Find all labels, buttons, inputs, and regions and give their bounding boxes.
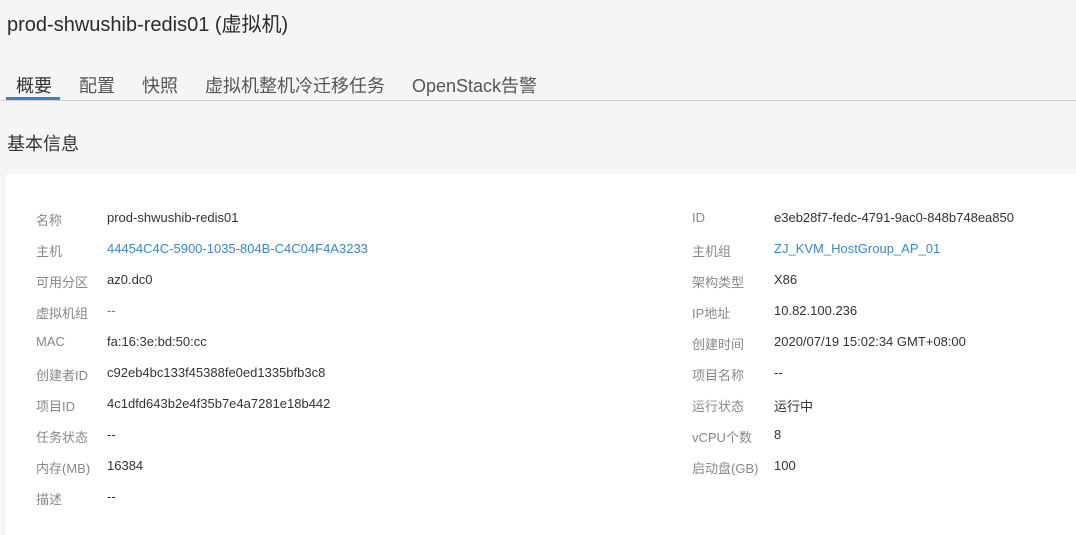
host-group-link[interactable]: ZJ_KVM_HostGroup_AP_01 — [774, 241, 940, 256]
info-label: 名称 — [36, 213, 63, 228]
tab-cold-migration[interactable]: 虚拟机整机冷迁移任务 — [205, 72, 385, 98]
tab-snapshot[interactable]: 快照 — [142, 72, 178, 98]
info-label: vCPU个数 — [692, 430, 752, 445]
info-label: 虚拟机组 — [36, 306, 89, 321]
info-value: az0.dc0 — [107, 272, 153, 287]
info-value: 100 — [774, 458, 796, 473]
info-value: 运行中 — [774, 399, 814, 414]
info-label: ID — [692, 210, 705, 225]
info-label: MAC — [36, 334, 65, 349]
active-tab-indicator — [6, 97, 60, 100]
info-label: 任务状态 — [36, 430, 89, 445]
info-label: 主机组 — [692, 244, 732, 259]
info-label: 架构类型 — [692, 275, 745, 290]
page-title: prod-shwushib-redis01 (虚拟机) — [7, 14, 289, 36]
info-value: e3eb28f7-fedc-4791-9ac0-848b748ea850 — [774, 210, 1014, 225]
basic-info-panel: 名称 prod-shwushib-redis01 主机 44454C4C-590… — [6, 174, 1076, 535]
info-value: 10.82.100.236 — [774, 303, 858, 318]
info-label: 可用分区 — [36, 275, 89, 290]
tab-bar: 概要 配置 快照 虚拟机整机冷迁移任务 OpenStack告警 — [0, 68, 1076, 101]
info-label: 描述 — [36, 492, 63, 507]
section-title: 基本信息 — [7, 134, 79, 154]
info-value: c92eb4bc133f45388fe0ed1335bfb3c8 — [107, 365, 326, 380]
info-value: 2020/07/19 15:02:34 GMT+08:00 — [774, 334, 966, 349]
info-value: 8 — [774, 427, 782, 442]
info-label: 内存(MB) — [36, 461, 91, 476]
info-label: 启动盘(GB) — [692, 461, 759, 476]
info-label: 创建者ID — [36, 368, 89, 383]
info-label: 项目ID — [36, 399, 76, 414]
info-value: -- — [107, 489, 116, 504]
info-value: prod-shwushib-redis01 — [107, 210, 239, 225]
info-value: -- — [774, 365, 783, 380]
info-label: 创建时间 — [692, 337, 745, 352]
vm-group-link[interactable]: -- — [107, 303, 116, 318]
info-label: 运行状态 — [692, 399, 745, 414]
info-label: 项目名称 — [692, 368, 745, 383]
info-value: fa:16:3e:bd:50:cc — [107, 334, 207, 349]
info-value: 4c1dfd643b2e4f35b7e4a7281e18b442 — [107, 396, 331, 411]
info-value: 16384 — [107, 458, 144, 473]
tab-openstack-alarm[interactable]: OpenStack告警 — [412, 72, 537, 98]
info-label: IP地址 — [692, 306, 731, 321]
tab-overview[interactable]: 概要 — [16, 72, 52, 98]
info-value: X86 — [774, 272, 798, 287]
info-value: -- — [107, 427, 116, 442]
tab-config[interactable]: 配置 — [79, 72, 115, 98]
info-label: 主机 — [36, 244, 63, 259]
host-link[interactable]: 44454C4C-5900-1035-804B-C4C04F4A3233 — [107, 241, 368, 256]
